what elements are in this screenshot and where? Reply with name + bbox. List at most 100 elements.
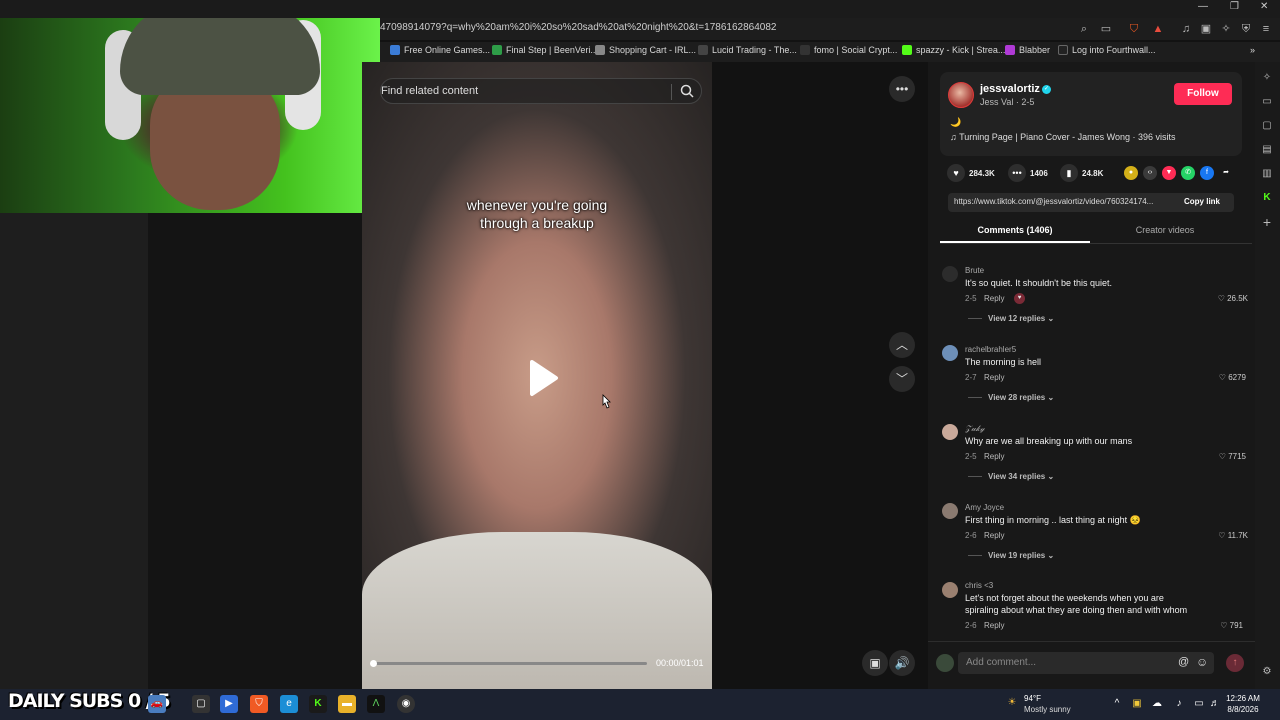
- comment-author[interactable]: Brute: [965, 266, 984, 275]
- comment-input[interactable]: Add comment... @ ☺: [958, 652, 1214, 674]
- like-icon[interactable]: ♥: [947, 164, 965, 182]
- add-panel-icon[interactable]: +: [1259, 214, 1275, 230]
- comment-likes[interactable]: ♡ 6279: [1186, 373, 1246, 382]
- video-player[interactable]: whenever you're going through a breakup …: [362, 62, 712, 689]
- bookmark-item[interactable]: Shopping Cart - IRL...: [595, 45, 696, 55]
- reply-button[interactable]: Reply: [984, 452, 1004, 461]
- previous-video-icon[interactable]: ︿: [889, 332, 915, 358]
- clock-time[interactable]: 12:26 AM: [1218, 694, 1268, 703]
- leo-ai-icon[interactable]: ✧: [1259, 70, 1275, 86]
- floating-player-icon[interactable]: ▣: [862, 650, 888, 676]
- app-icon[interactable]: ▶: [220, 695, 238, 713]
- extensions-icon[interactable]: ✧: [1218, 21, 1234, 37]
- next-video-icon[interactable]: ﹀: [889, 366, 915, 392]
- view-replies-button[interactable]: View 28 replies ⌄: [988, 393, 1054, 402]
- bookmark-item[interactable]: Free Online Games...: [390, 45, 490, 55]
- weather-temp[interactable]: 94°F: [1024, 694, 1041, 703]
- commenter-avatar[interactable]: [942, 582, 958, 598]
- mention-icon[interactable]: @: [1178, 656, 1189, 668]
- comment-icon[interactable]: •••: [1008, 164, 1026, 182]
- close-icon[interactable]: ✕: [1260, 1, 1268, 12]
- rewards-icon[interactable]: ▲: [1150, 21, 1166, 37]
- settings-icon[interactable]: ⚙: [1259, 664, 1275, 680]
- commenter-avatar[interactable]: [942, 345, 958, 361]
- reading-list-icon[interactable]: ▥: [1259, 166, 1275, 182]
- reply-button[interactable]: Reply: [984, 373, 1004, 382]
- restore-icon[interactable]: ❐: [1230, 1, 1239, 12]
- creator-avatar[interactable]: [948, 82, 974, 108]
- emoji-icon[interactable]: ☺: [1196, 655, 1208, 669]
- share-icon[interactable]: ➦: [1219, 166, 1233, 180]
- vpn-icon[interactable]: ⛨: [1238, 21, 1254, 37]
- comment-likes[interactable]: ♡ 7715: [1186, 452, 1246, 461]
- tabs-icon[interactable]: ▢: [1259, 118, 1275, 134]
- microphone-icon[interactable]: ♪: [1170, 695, 1188, 713]
- copy-link-button[interactable]: Copy link: [1184, 197, 1220, 206]
- terminal-icon[interactable]: Λ: [367, 695, 385, 713]
- address-bar[interactable]: 47098914079?q=why%20am%20i%20so%20sad%20…: [380, 18, 1280, 40]
- media-icon[interactable]: ▭: [1259, 94, 1275, 110]
- brave-icon[interactable]: ⛉: [250, 695, 268, 713]
- bookmark-icon[interactable]: ▮: [1060, 164, 1078, 182]
- comment-author[interactable]: rachelbrahler5: [965, 345, 1016, 354]
- view-replies-button[interactable]: View 12 replies ⌄: [988, 314, 1054, 323]
- commenter-avatar[interactable]: [942, 266, 958, 282]
- coin-icon[interactable]: ●: [1124, 166, 1138, 180]
- bookmark-item[interactable]: Lucid Trading - The...: [698, 45, 797, 55]
- cloud-icon[interactable]: ☁: [1148, 695, 1166, 713]
- facebook-icon[interactable]: f: [1200, 166, 1214, 180]
- bookmark-item[interactable]: Final Step | BeenVeri...: [492, 45, 598, 55]
- tab-comments[interactable]: Comments (1406): [940, 225, 1090, 235]
- url-text[interactable]: 47098914079?q=why%20am%20i%20so%20sad%20…: [380, 22, 776, 33]
- file-explorer-icon[interactable]: ▬: [338, 695, 356, 713]
- bookmark-item[interactable]: fomo | Social Crypt...: [800, 45, 897, 55]
- bookmark-item[interactable]: spazzy - Kick | Strea...: [902, 45, 1005, 55]
- comment-author[interactable]: 𝒵𝓊𝓀𝓎: [965, 424, 985, 434]
- bookmark-item[interactable]: Blabber: [1005, 45, 1050, 55]
- play-icon[interactable]: [522, 358, 562, 398]
- chevron-up-icon[interactable]: ^: [1108, 695, 1126, 713]
- share-link-box[interactable]: https://www.tiktok.com/@jessvalortiz/vid…: [948, 193, 1234, 212]
- comment-likes[interactable]: ♡ 26.5K: [1188, 294, 1248, 303]
- view-replies-button[interactable]: View 19 replies ⌄: [988, 551, 1054, 560]
- follow-button[interactable]: Follow: [1174, 83, 1232, 105]
- minimize-icon[interactable]: —: [1198, 1, 1208, 12]
- related-search-box[interactable]: Find related content: [380, 78, 702, 104]
- menu-icon[interactable]: ≡: [1258, 21, 1274, 37]
- weather-desc[interactable]: Mostly sunny: [1024, 705, 1071, 714]
- commenter-avatar[interactable]: [942, 503, 958, 519]
- progress-handle[interactable]: [370, 660, 377, 667]
- reply-button[interactable]: Reply: [984, 531, 1004, 540]
- tray-app-icon[interactable]: ▣: [1128, 695, 1146, 713]
- comment-likes[interactable]: ♡ 11.7K: [1188, 531, 1248, 540]
- video-progress-bar[interactable]: [370, 660, 647, 667]
- bookmarks-icon[interactable]: ▤: [1259, 142, 1275, 158]
- bookmark-item[interactable]: Log into Fourthwall...: [1058, 45, 1156, 55]
- volume-icon[interactable]: 🔊: [889, 650, 915, 676]
- share-link[interactable]: https://www.tiktok.com/@jessvalortiz/vid…: [954, 197, 1176, 206]
- cast-icon[interactable]: ▭: [1098, 21, 1114, 37]
- obs-icon[interactable]: ◉: [397, 695, 415, 713]
- view-replies-button[interactable]: View 34 replies ⌄: [988, 472, 1054, 481]
- reply-button[interactable]: Reply: [984, 294, 1004, 303]
- comment-author[interactable]: chris <3: [965, 581, 993, 590]
- brave-shield-icon[interactable]: ⛉: [1126, 21, 1142, 37]
- embed-icon[interactable]: ‹›: [1143, 166, 1157, 180]
- bookmarks-overflow[interactable]: »: [1250, 45, 1255, 55]
- more-options-icon[interactable]: •••: [889, 76, 915, 102]
- kick-icon[interactable]: K: [1259, 190, 1275, 206]
- tab-creator-videos[interactable]: Creator videos: [1090, 225, 1240, 235]
- clock-date[interactable]: 8/8/2026: [1218, 705, 1268, 714]
- reply-button[interactable]: Reply: [984, 621, 1004, 630]
- commenter-avatar[interactable]: [942, 424, 958, 440]
- weather-icon[interactable]: ☀: [1003, 694, 1021, 712]
- whatsapp-icon[interactable]: ✆: [1181, 166, 1195, 180]
- comment-likes[interactable]: ♡ 791: [1183, 621, 1243, 630]
- kick-app-icon[interactable]: K: [309, 695, 327, 713]
- task-view-icon[interactable]: ▢: [192, 695, 210, 713]
- send-to-friend-icon[interactable]: ▼: [1162, 166, 1176, 180]
- comment-author[interactable]: Amy Joyce: [965, 503, 1004, 512]
- creator-username[interactable]: jessvalortiz: [980, 83, 1040, 95]
- search-input[interactable]: Find related content: [381, 85, 478, 97]
- music-icon[interactable]: ♫: [1178, 21, 1194, 37]
